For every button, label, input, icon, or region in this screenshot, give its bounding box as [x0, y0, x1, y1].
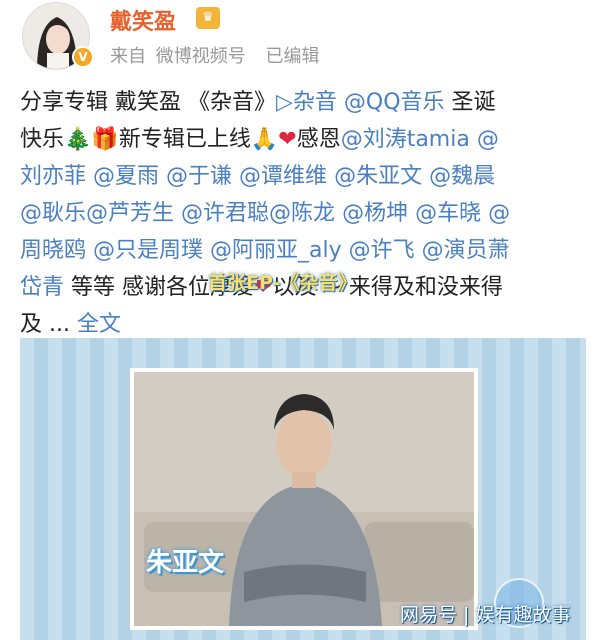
mention-link[interactable]: @许君聪 — [181, 201, 269, 226]
post-line: 分享专辑 戴笑盈 《杂音》▷杂音 @QQ音乐 圣诞 — [20, 84, 590, 121]
post-text-segment: 及 ... — [20, 312, 77, 337]
mention-link[interactable]: @ — [481, 201, 510, 226]
mention-link[interactable]: @陈龙 — [269, 201, 335, 226]
mention-link[interactable]: @只是周璞 — [93, 238, 203, 263]
mention-link[interactable]: 周晓鸥 — [20, 238, 86, 263]
mention-link[interactable]: @QQ音乐 — [344, 90, 445, 115]
mention-link[interactable]: 全文 — [77, 312, 121, 337]
mention-link[interactable]: @车晓 — [415, 201, 481, 226]
mention-link[interactable]: @朱亚文 — [334, 164, 422, 189]
mention-link[interactable]: @魏晨 — [429, 164, 495, 189]
post-line: 刘亦菲 @夏雨 @于谦 @谭维维 @朱亚文 @魏晨 — [20, 158, 590, 195]
mention-link[interactable]: @阿丽亚_aly — [210, 238, 342, 263]
post-text-segment — [86, 238, 93, 263]
mention-link[interactable]: @耿乐 — [20, 201, 86, 226]
mention-link[interactable]: @ — [470, 127, 499, 152]
ep-title-caption: 首张EP-《杂音》 — [208, 272, 357, 294]
post-text-segment — [337, 90, 344, 115]
person-figure — [134, 372, 474, 626]
post-text: 分享专辑 戴笑盈 《杂音》▷杂音 @QQ音乐 圣诞 快乐🎄🎁新专辑已上线🙏❤感恩… — [20, 84, 590, 343]
source-prefix: 来自 — [110, 46, 146, 67]
username[interactable]: 戴笑盈 — [110, 4, 176, 36]
emoji-icon: ❤ — [278, 127, 297, 152]
mention-link[interactable]: @夏雨 — [93, 164, 159, 189]
mention-link[interactable]: @演员萧 — [422, 238, 510, 263]
video-frame[interactable]: 朱亚文 — [130, 368, 478, 630]
post-text-segment: 感恩 — [296, 127, 341, 152]
verified-icon: V — [72, 46, 94, 68]
post-text-segment — [342, 238, 349, 263]
mention-link[interactable]: @谭维维 — [239, 164, 327, 189]
post-line: 快乐🎄🎁新专辑已上线🙏❤感恩@刘涛tamia @ — [20, 121, 590, 158]
post-text-segment: 快乐 — [20, 127, 65, 152]
mention-link[interactable]: ▷杂音 — [276, 90, 337, 115]
post-source: 来自 微博视频号 已编辑 — [110, 42, 323, 68]
vip-badge-icon[interactable]: ♛ — [196, 7, 220, 29]
post-text-segment — [203, 238, 210, 263]
post-text-segment — [335, 201, 342, 226]
post-text-segment — [86, 164, 93, 189]
emoji-icon: 🎁 — [91, 127, 119, 152]
emoji-icon: 🎄 — [64, 127, 92, 152]
mention-link[interactable]: 刘亦菲 — [20, 164, 86, 189]
video-thumbnail: 朱亚文 — [134, 372, 474, 626]
post-header: V 戴笑盈 ♛ 来自 微博视频号 已编辑 — [0, 0, 608, 80]
source-name[interactable]: 微博视频号 — [156, 46, 246, 67]
post-text-segment: 圣诞 — [444, 90, 496, 115]
post-text-segment: 分享专辑 戴笑盈 《杂音》 — [20, 90, 276, 115]
watermark: 网易号 | 娱有趣故事 — [400, 604, 571, 626]
mention-link[interactable]: @于谦 — [166, 164, 232, 189]
emoji-icon: 🙏 — [250, 127, 279, 152]
person-name-caption: 朱亚文 — [146, 548, 225, 578]
post-text-segment — [174, 201, 181, 226]
mention-link[interactable]: @芦芳生 — [86, 201, 174, 226]
mention-link[interactable]: @许飞 — [349, 238, 415, 263]
edited-label: 已编辑 — [265, 46, 320, 67]
post-text-segment — [232, 164, 239, 189]
post-text-segment — [327, 164, 334, 189]
post-text-segment: 新专辑已上线 — [118, 127, 251, 152]
mention-link[interactable]: @刘涛tamia — [341, 127, 470, 152]
mention-link[interactable]: 岱青 — [20, 275, 64, 300]
post-text-segment — [159, 164, 166, 189]
post-line: @耿乐@芦芳生 @许君聪@陈龙 @杨坤 @车晓 @ — [20, 195, 590, 232]
post-line: 周晓鸥 @只是周璞 @阿丽亚_aly @许飞 @演员萧 — [20, 232, 590, 269]
post-text-segment — [415, 238, 422, 263]
mention-link[interactable]: @杨坤 — [342, 201, 408, 226]
